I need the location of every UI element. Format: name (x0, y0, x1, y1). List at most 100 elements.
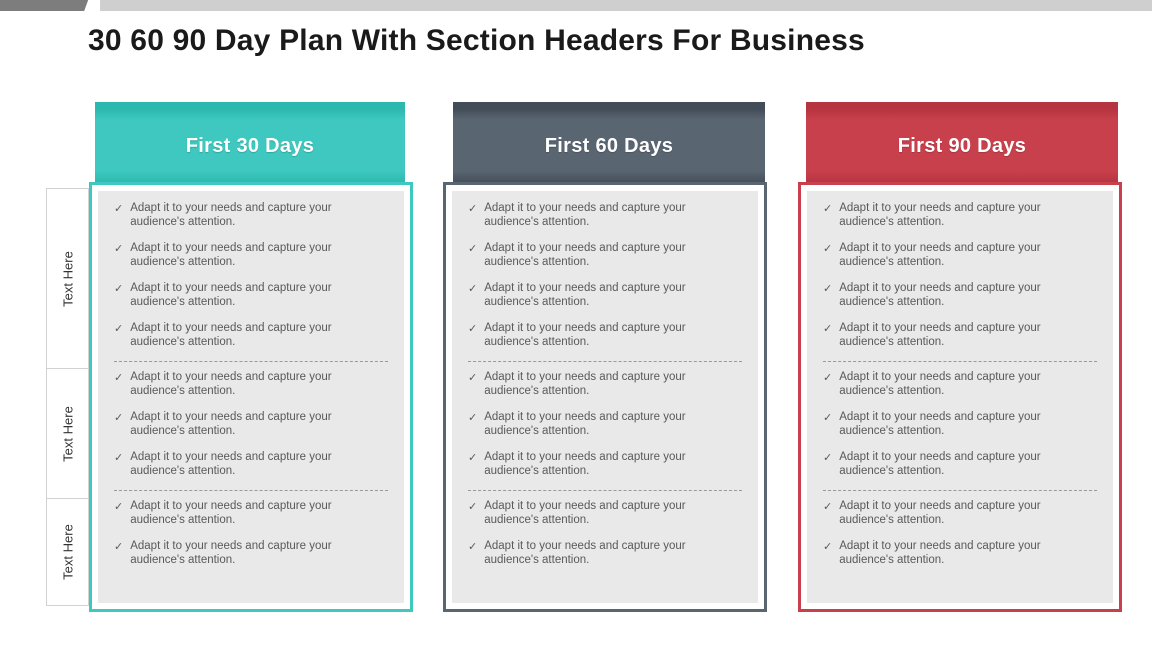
bullet-item: ✓ Adapt it to your needs and capture your… (823, 499, 1097, 527)
bullet-item: ✓ Adapt it to your needs and capture your… (468, 539, 742, 567)
checkmark-icon: ✓ (114, 501, 124, 513)
card-header-3[interactable]: First 90 Days (806, 109, 1118, 184)
card-body-3: ✓ Adapt it to your needs and capture your… (798, 182, 1122, 612)
checkmark-icon: ✓ (468, 501, 478, 513)
bullet-text: Adapt it to your needs and capture your … (839, 500, 1041, 526)
bullet-item: ✓ Adapt it to your needs and capture your… (823, 281, 1097, 309)
checkmark-icon: ✓ (468, 452, 478, 464)
bullet-text: Adapt it to your needs and capture your … (130, 500, 332, 526)
card-body-2: ✓ Adapt it to your needs and capture your… (443, 182, 767, 612)
bullet-text: Adapt it to your needs and capture your … (130, 322, 332, 348)
bullet-text: Adapt it to your needs and capture your … (484, 371, 686, 397)
bullet-item: ✓ Adapt it to your needs and capture your… (823, 321, 1097, 349)
bullet-item: ✓ Adapt it to your needs and capture your… (114, 201, 388, 229)
bullet-text: Adapt it to your needs and capture your … (839, 242, 1041, 268)
bullet-item: ✓ Adapt it to your needs and capture your… (468, 410, 742, 438)
card-content-panel-2: ✓ Adapt it to your needs and capture your… (452, 191, 758, 603)
checkmark-icon: ✓ (823, 243, 833, 255)
bullet-group-2-3: ✓ Adapt it to your needs and capture your… (468, 490, 742, 567)
bullet-text: Adapt it to your needs and capture your … (484, 202, 686, 228)
bullet-text: Adapt it to your needs and capture your … (130, 540, 332, 566)
checkmark-icon: ✓ (468, 243, 478, 255)
bullet-text: Adapt it to your needs and capture your … (839, 202, 1041, 228)
bullet-item: ✓ Adapt it to your needs and capture your… (114, 370, 388, 398)
bullet-text: Adapt it to your needs and capture your … (839, 451, 1041, 477)
bullet-text: Adapt it to your needs and capture your … (130, 202, 332, 228)
bullet-text: Adapt it to your needs and capture your … (484, 282, 686, 308)
bullet-group-3-1: ✓ Adapt it to your needs and capture your… (823, 201, 1097, 349)
card-content-panel-1: ✓ Adapt it to your needs and capture your… (98, 191, 404, 603)
checkmark-icon: ✓ (468, 541, 478, 553)
bullet-item: ✓ Adapt it to your needs and capture your… (114, 321, 388, 349)
checkmark-icon: ✓ (114, 452, 124, 464)
bullet-text: Adapt it to your needs and capture your … (839, 411, 1041, 437)
bullet-item: ✓ Adapt it to your needs and capture your… (823, 201, 1097, 229)
checkmark-icon: ✓ (468, 203, 478, 215)
checkmark-icon: ✓ (823, 283, 833, 295)
bullet-text: Adapt it to your needs and capture your … (130, 451, 332, 477)
bullet-text: Adapt it to your needs and capture your … (130, 242, 332, 268)
bullet-text: Adapt it to your needs and capture your … (484, 411, 686, 437)
card-body-1: ✓ Adapt it to your needs and capture your… (89, 182, 413, 612)
bullet-item: ✓ Adapt it to your needs and capture your… (468, 450, 742, 478)
bullet-group-1-1: ✓ Adapt it to your needs and capture your… (114, 201, 388, 349)
bullet-item: ✓ Adapt it to your needs and capture your… (823, 370, 1097, 398)
bullet-item: ✓ Adapt it to your needs and capture your… (114, 450, 388, 478)
checkmark-icon: ✓ (468, 323, 478, 335)
bullet-item: ✓ Adapt it to your needs and capture your… (468, 499, 742, 527)
bullet-text: Adapt it to your needs and capture your … (484, 500, 686, 526)
bullet-item: ✓ Adapt it to your needs and capture your… (468, 281, 742, 309)
checkmark-icon: ✓ (114, 283, 124, 295)
checkmark-icon: ✓ (114, 323, 124, 335)
checkmark-icon: ✓ (823, 203, 833, 215)
card-title-3: First 90 Days (897, 135, 1027, 157)
bullet-text: Adapt it to your needs and capture your … (484, 451, 686, 477)
bullet-item: ✓ Adapt it to your needs and capture your… (468, 241, 742, 269)
bullet-item: ✓ Adapt it to your needs and capture your… (823, 450, 1097, 478)
bullet-item: ✓ Adapt it to your needs and capture your… (823, 539, 1097, 567)
bullet-text: Adapt it to your needs and capture your … (130, 371, 332, 397)
bullet-item: ✓ Adapt it to your needs and capture your… (468, 201, 742, 229)
card-header-1[interactable]: First 30 Days (95, 109, 405, 184)
checkmark-icon: ✓ (114, 372, 124, 384)
bullet-item: ✓ Adapt it to your needs and capture your… (823, 410, 1097, 438)
bullet-text: Adapt it to your needs and capture your … (839, 282, 1041, 308)
bullet-item: ✓ Adapt it to your needs and capture your… (823, 241, 1097, 269)
bullet-text: Adapt it to your needs and capture your … (130, 282, 332, 308)
bullet-group-1-3: ✓ Adapt it to your needs and capture your… (114, 490, 388, 567)
checkmark-icon: ✓ (114, 541, 124, 553)
bullet-item: ✓ Adapt it to your needs and capture your… (114, 499, 388, 527)
bullet-group-2-1: ✓ Adapt it to your needs and capture your… (468, 201, 742, 349)
checkmark-icon: ✓ (823, 323, 833, 335)
card-title-1: First 30 Days (185, 135, 315, 157)
checkmark-icon: ✓ (468, 412, 478, 424)
bullet-text: Adapt it to your needs and capture your … (484, 242, 686, 268)
bullet-group-3-3: ✓ Adapt it to your needs and capture your… (823, 490, 1097, 567)
bullet-group-1-2: ✓ Adapt it to your needs and capture your… (114, 361, 388, 478)
checkmark-icon: ✓ (114, 412, 124, 424)
checkmark-icon: ✓ (823, 501, 833, 513)
bullet-item: ✓ Adapt it to your needs and capture your… (468, 370, 742, 398)
card-header-2[interactable]: First 60 Days (453, 109, 765, 184)
bullet-text: Adapt it to your needs and capture your … (839, 371, 1041, 397)
checkmark-icon: ✓ (114, 203, 124, 215)
bullet-item: ✓ Adapt it to your needs and capture your… (114, 281, 388, 309)
bullet-item: ✓ Adapt it to your needs and capture your… (114, 539, 388, 567)
bullet-text: Adapt it to your needs and capture your … (839, 540, 1041, 566)
bullet-group-3-2: ✓ Adapt it to your needs and capture your… (823, 361, 1097, 478)
checkmark-icon: ✓ (468, 372, 478, 384)
bullet-item: ✓ Adapt it to your needs and capture your… (468, 321, 742, 349)
checkmark-icon: ✓ (823, 412, 833, 424)
bullet-item: ✓ Adapt it to your needs and capture your… (114, 241, 388, 269)
bullet-text: Adapt it to your needs and capture your … (484, 322, 686, 348)
card-title-2: First 60 Days (544, 135, 674, 157)
bullet-text: Adapt it to your needs and capture your … (839, 322, 1041, 348)
bullet-item: ✓ Adapt it to your needs and capture your… (114, 410, 388, 438)
plan-cards-row: First 30 Days ✓ Adapt it to your needs and… (0, 0, 1152, 648)
checkmark-icon: ✓ (114, 243, 124, 255)
bullet-text: Adapt it to your needs and capture your … (484, 540, 686, 566)
checkmark-icon: ✓ (468, 283, 478, 295)
checkmark-icon: ✓ (823, 372, 833, 384)
card-content-panel-3: ✓ Adapt it to your needs and capture your… (807, 191, 1113, 603)
checkmark-icon: ✓ (823, 541, 833, 553)
